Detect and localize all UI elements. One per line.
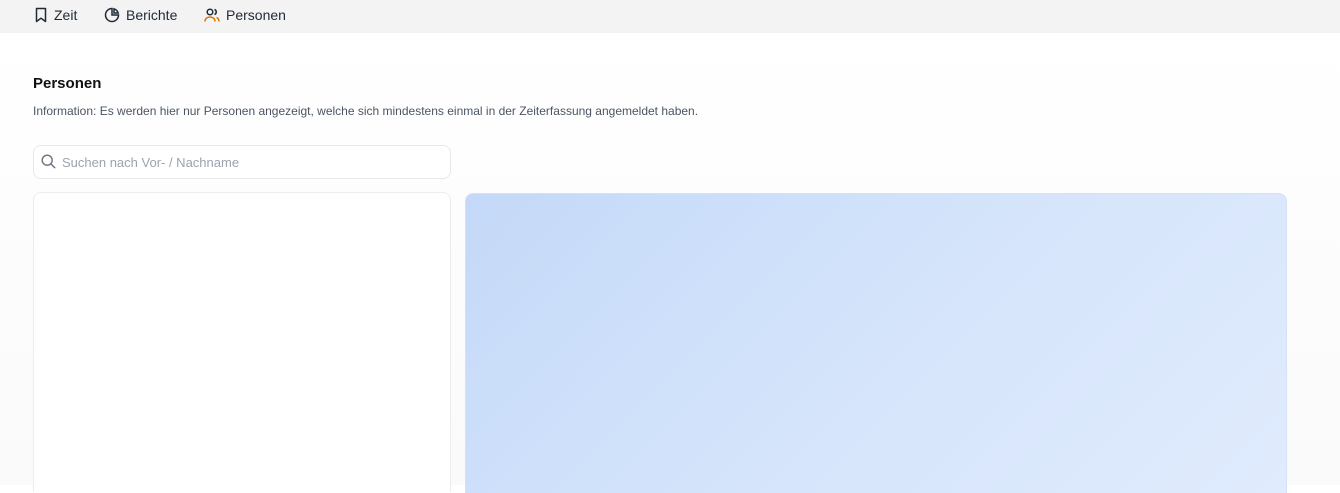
search-icon <box>41 154 56 174</box>
users-icon <box>204 7 220 23</box>
nav-item-berichte[interactable]: Berichte <box>104 5 177 25</box>
nav-item-label: Personen <box>226 7 286 23</box>
top-navigation: Zeit Berichte Personen <box>0 0 1340 33</box>
person-list-panel[interactable] <box>33 192 451 492</box>
main-content: Personen Information: Es werden hier nur… <box>0 33 1340 493</box>
pie-chart-icon <box>104 7 120 23</box>
nav-item-label: Zeit <box>54 7 78 23</box>
bookmark-icon <box>34 7 48 23</box>
nav-item-label: Berichte <box>126 7 178 23</box>
person-detail-panel <box>465 193 1287 493</box>
nav-item-personen[interactable]: Personen <box>204 5 286 25</box>
page-title: Personen <box>33 75 102 92</box>
info-text: Information: Es werden hier nur Personen… <box>33 104 699 118</box>
search-input[interactable] <box>62 147 442 177</box>
search-box <box>33 145 451 179</box>
nav-item-zeit[interactable]: Zeit <box>34 5 77 25</box>
